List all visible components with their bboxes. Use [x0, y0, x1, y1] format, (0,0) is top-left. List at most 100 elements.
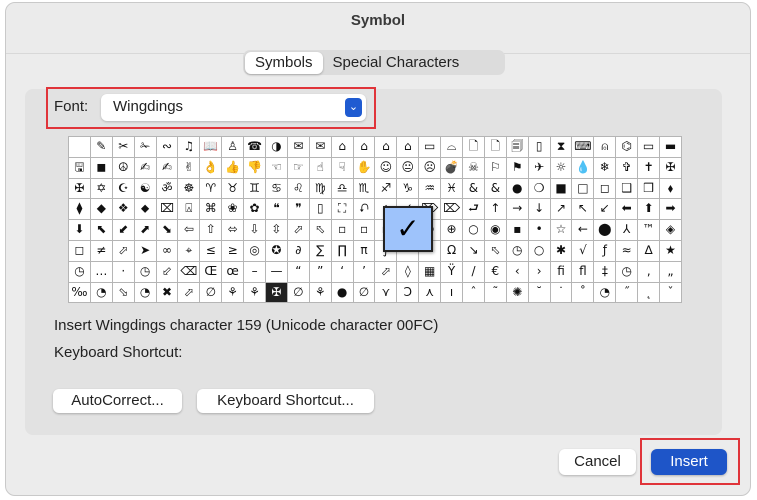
symbol-cell[interactable]: ❍	[528, 178, 551, 200]
insert-button[interactable]: Insert	[651, 449, 727, 475]
symbol-cell[interactable]: 🗋	[484, 137, 507, 158]
symbol-cell[interactable]: ⌘	[200, 199, 223, 221]
symbol-cell[interactable]: ✿	[244, 199, 267, 221]
symbol-cell[interactable]: ⧗	[550, 137, 573, 158]
symbol-cell[interactable]: ∅	[353, 282, 376, 304]
symbol-cell[interactable]: 👎	[244, 157, 267, 179]
symbol-cell[interactable]: ⬧	[660, 178, 682, 200]
symbol-cell[interactable]: ﬂ	[572, 261, 595, 283]
symbol-cell[interactable]: ♊	[244, 178, 267, 200]
symbol-cell[interactable]: ♓	[441, 178, 464, 200]
symbol-cell[interactable]: ⮏	[353, 199, 376, 221]
keyboard-shortcut-button[interactable]: Keyboard Shortcut...	[197, 389, 374, 413]
symbol-cell[interactable]	[69, 137, 91, 158]
symbol-cell[interactable]: 🖫	[69, 157, 91, 179]
symbol-cell[interactable]: ♋	[266, 178, 288, 200]
symbol-cell[interactable]: ⬇	[69, 220, 91, 241]
symbol-cell[interactable]: ˜	[484, 282, 507, 304]
symbol-cell[interactable]: ⚘	[244, 282, 267, 304]
symbol-cell[interactable]: 😐	[397, 157, 420, 179]
symbol-cell[interactable]: ♫	[178, 137, 201, 158]
symbol-cell[interactable]: /	[463, 261, 485, 283]
symbol-cell[interactable]: ⬁	[484, 240, 507, 262]
tab-special-characters[interactable]: Special Characters	[323, 52, 470, 74]
symbol-cell[interactable]: ▭	[419, 137, 442, 158]
symbol-cell[interactable]: ⬋	[112, 220, 135, 241]
symbol-cell[interactable]: ◆	[90, 199, 113, 221]
symbol-cell[interactable]: ✍	[134, 157, 157, 179]
symbol-cell[interactable]: ⬃	[156, 261, 179, 283]
symbol-cell[interactable]: ⚘	[222, 282, 245, 304]
symbol-cell[interactable]: □	[572, 178, 595, 200]
symbol-cell[interactable]: ✱	[550, 240, 573, 262]
symbol-cell[interactable]: ▬	[660, 137, 682, 158]
symbol-cell[interactable]: ❑	[616, 178, 639, 200]
symbol-cell[interactable]: ✁	[134, 137, 157, 158]
symbol-cell[interactable]: ∑	[309, 240, 332, 262]
symbol-cell[interactable]: ⌬	[616, 137, 639, 158]
symbol-cell[interactable]: ♉	[222, 178, 245, 200]
symbol-cell[interactable]: “	[287, 261, 310, 283]
symbol-cell[interactable]: ❖	[112, 199, 135, 221]
symbol-cell[interactable]: ♑	[397, 178, 420, 200]
symbol-cell[interactable]: ≈	[616, 240, 639, 262]
autocorrect-button[interactable]: AutoCorrect...	[53, 389, 182, 413]
symbol-cell[interactable]: …	[90, 261, 113, 283]
symbol-cell[interactable]: 👍	[222, 157, 245, 179]
symbol-cell[interactable]: ⇧	[200, 220, 223, 241]
symbol-cell[interactable]: 💣	[441, 157, 464, 179]
symbol-cell[interactable]: ❀	[222, 199, 245, 221]
symbol-cell[interactable]: ❝	[266, 199, 288, 221]
symbol-cell[interactable]: 🗋	[463, 137, 485, 158]
symbol-cell[interactable]: ⚘	[309, 282, 332, 304]
symbol-cell[interactable]: ’	[353, 261, 376, 283]
symbol-cell[interactable]: ✡	[90, 178, 113, 200]
symbol-cell[interactable]: ✉	[287, 137, 310, 158]
symbol-cell[interactable]: ✌	[178, 157, 201, 179]
symbol-cell[interactable]: ●	[331, 282, 354, 304]
symbol-cell[interactable]: ⧫	[69, 199, 91, 221]
symbol-cell[interactable]: ◔	[90, 282, 113, 304]
symbol-cell[interactable]: ‰	[69, 282, 91, 304]
symbol-cell[interactable]: —	[266, 261, 288, 283]
symbol-cell[interactable]: ◼	[90, 157, 113, 179]
symbol-cell[interactable]: ❄	[594, 157, 617, 179]
symbol-cell[interactable]: ✺	[506, 282, 529, 304]
symbol-cell[interactable]: √	[572, 240, 595, 262]
font-select[interactable]: Wingdings ⌄	[101, 94, 366, 121]
symbol-cell[interactable]: Ω	[441, 240, 464, 262]
symbol-cell[interactable]: ↓	[528, 199, 551, 221]
symbol-cell[interactable]: ≥	[222, 240, 245, 262]
symbol-cell[interactable]: ⬈	[134, 220, 157, 241]
symbol-cell[interactable]: ↑	[484, 199, 507, 221]
symbol-cell[interactable]: ⊕	[441, 220, 464, 241]
symbol-cell[interactable]: ‡	[594, 261, 617, 283]
symbol-cell[interactable]: ˝	[616, 282, 639, 304]
symbol-cell[interactable]: ☮	[112, 157, 135, 179]
symbol-cell[interactable]: ♈	[200, 178, 223, 200]
symbol-cell[interactable]: ⬥	[134, 199, 157, 221]
symbol-cell[interactable]: ■	[550, 178, 573, 200]
symbol-cell[interactable]: ƒ	[594, 240, 617, 262]
symbol-cell[interactable]: ∞	[156, 240, 179, 262]
symbol-cell[interactable]: ∆	[638, 240, 661, 262]
symbol-cell[interactable]: ◈	[660, 220, 682, 241]
symbol-cell[interactable]: ▪	[506, 220, 529, 241]
symbol-cell[interactable]: ▯	[528, 137, 551, 158]
symbol-cell[interactable]: ⬀	[112, 240, 135, 262]
symbol-cell[interactable]: ‹	[506, 261, 529, 283]
symbol-cell[interactable]: ◷	[134, 261, 157, 283]
symbol-cell[interactable]: ”	[309, 261, 332, 283]
symbol-cell[interactable]: œ	[222, 261, 245, 283]
symbol-cell[interactable]: ★	[660, 240, 682, 262]
symbol-cell[interactable]: ⇳	[266, 220, 288, 241]
symbol-cell[interactable]: ⍝	[594, 137, 617, 158]
symbol-cell[interactable]: ✠	[266, 282, 288, 304]
symbol-cell[interactable]: 👌	[200, 157, 223, 179]
symbol-cell[interactable]: ☠	[463, 157, 485, 179]
symbol-cell[interactable]: ↙	[594, 199, 617, 221]
symbol-cell[interactable]: ◎	[244, 240, 267, 262]
symbol-cell[interactable]: ◔	[594, 282, 617, 304]
symbol-cell[interactable]: ▭	[638, 137, 661, 158]
symbol-cell[interactable]: ✠	[660, 157, 682, 179]
